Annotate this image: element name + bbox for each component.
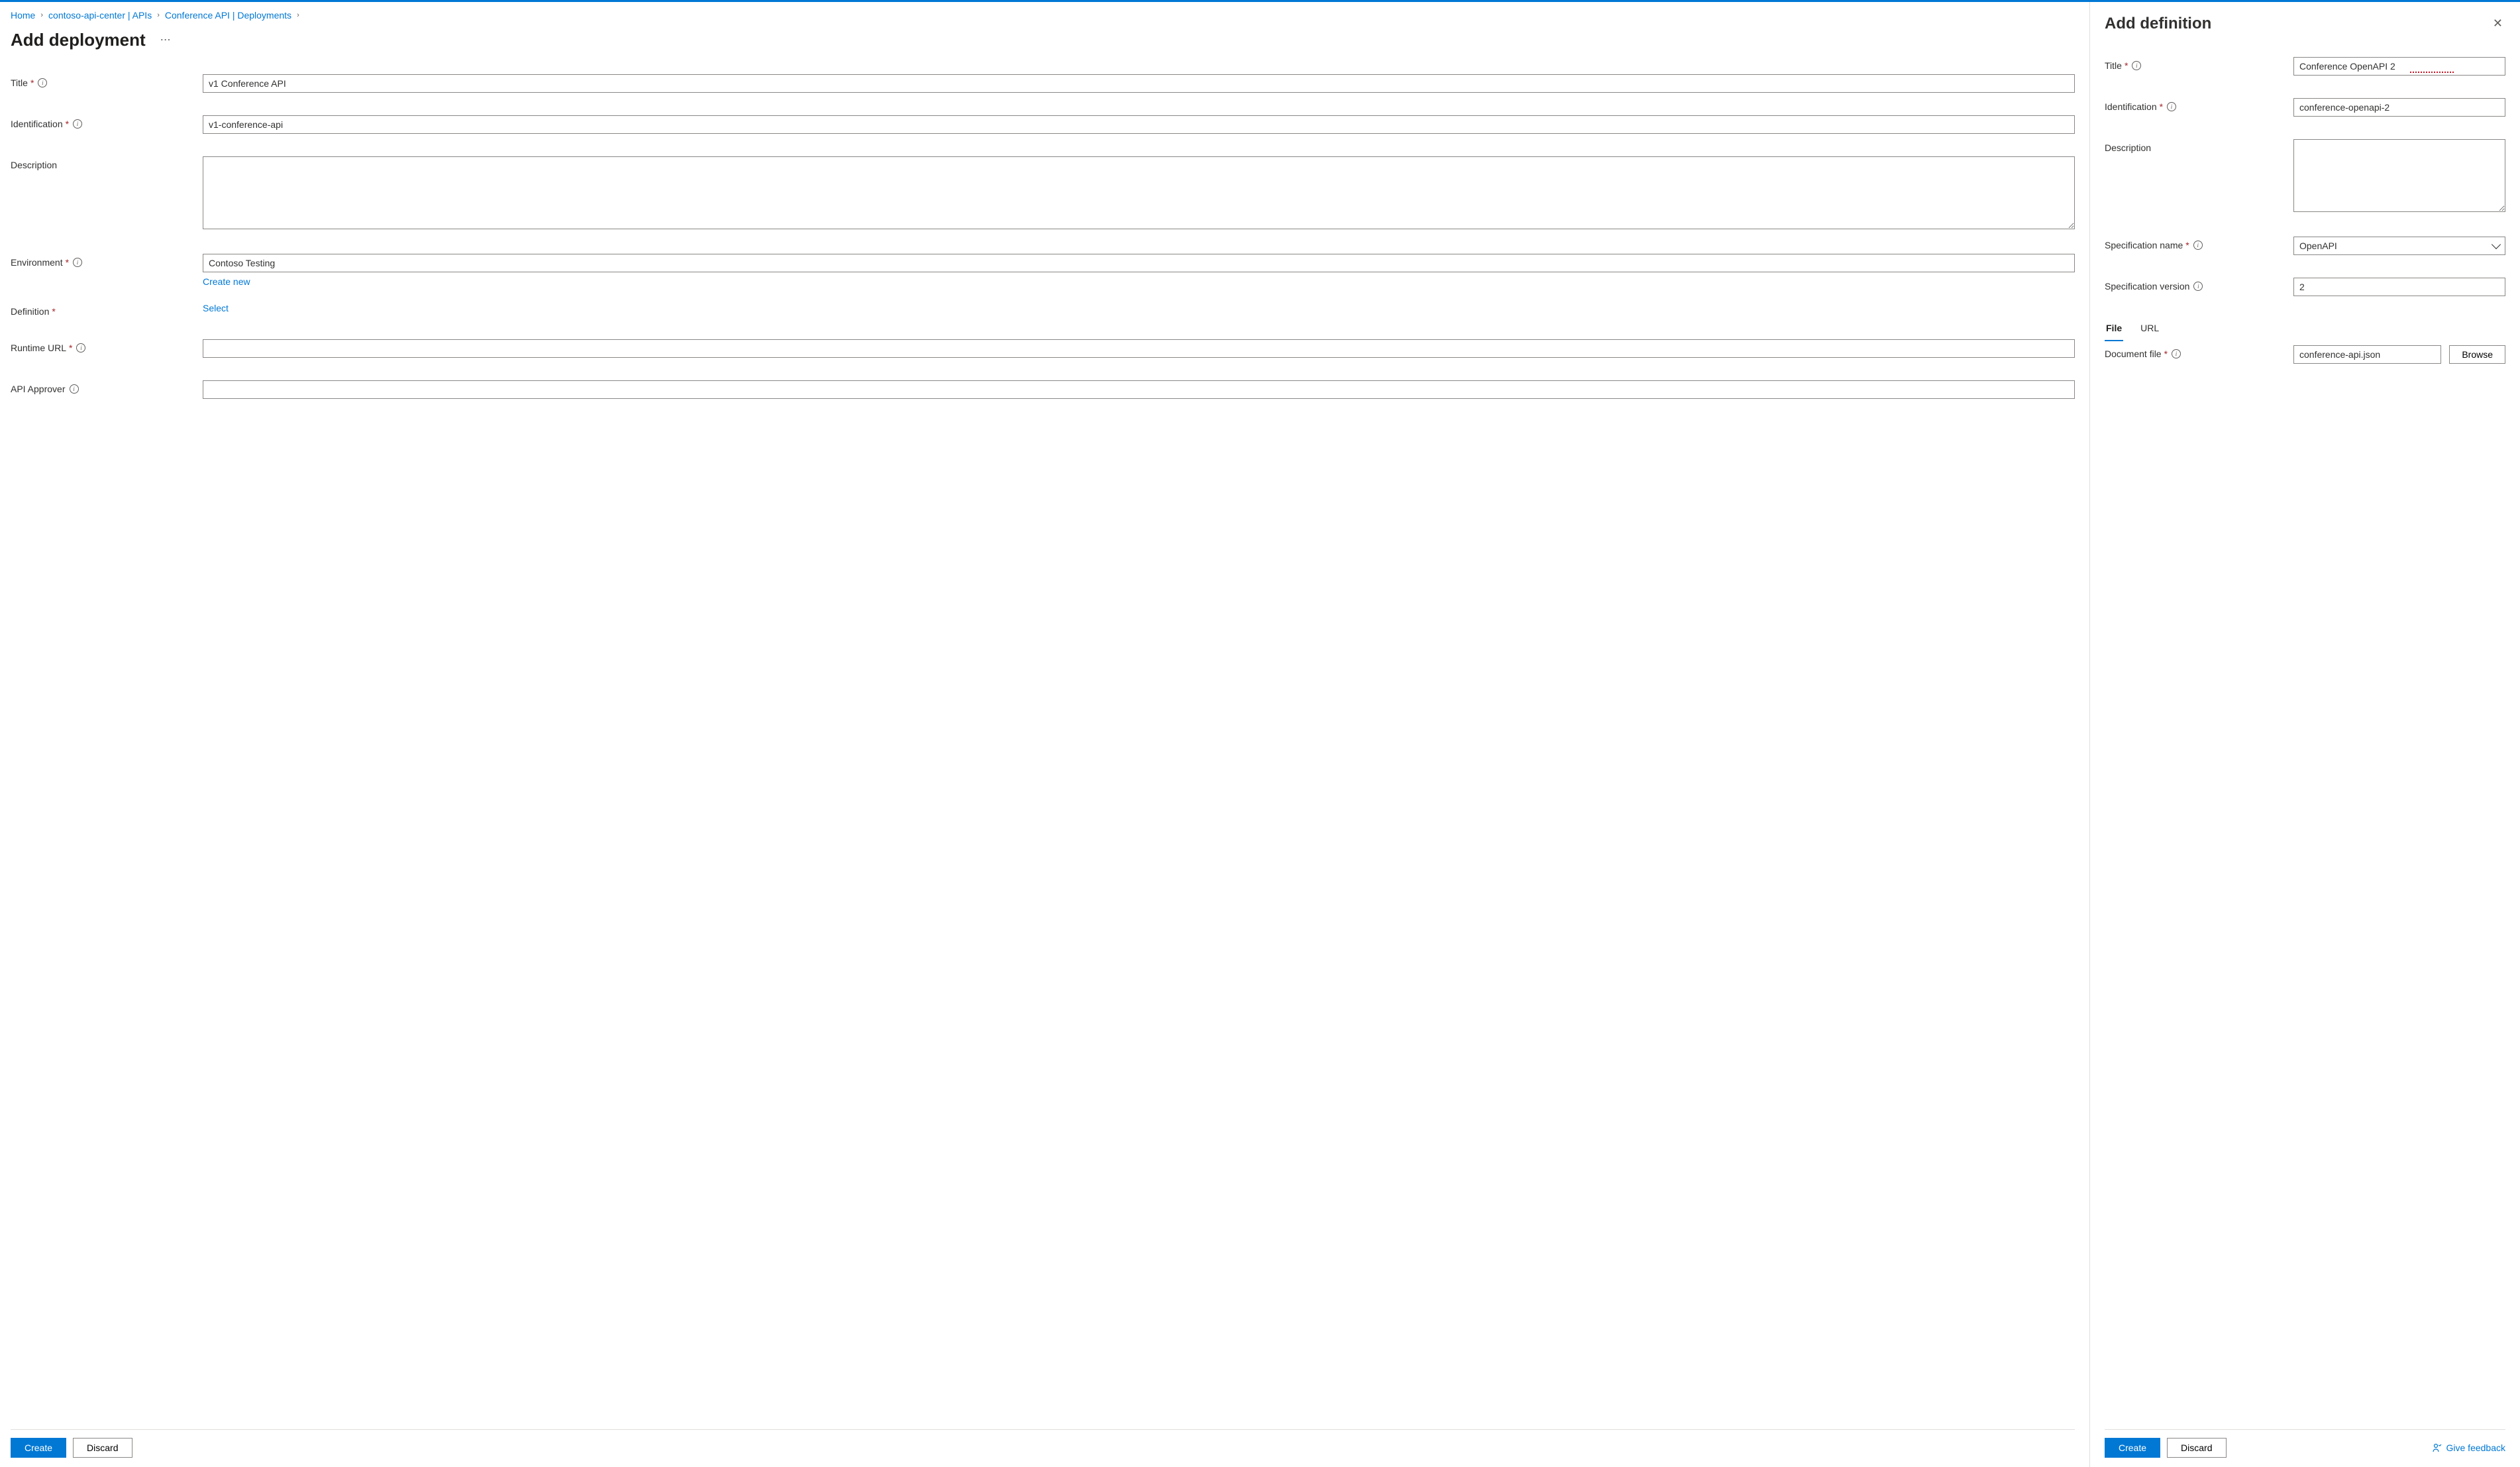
info-icon[interactable]: i (73, 258, 82, 267)
more-actions-button[interactable]: ⋯ (158, 32, 174, 48)
chevron-right-icon: › (297, 11, 299, 19)
panel-title-label: Title * i (2105, 57, 2293, 71)
info-icon[interactable]: i (73, 119, 82, 129)
close-icon[interactable]: ✕ (2490, 14, 2505, 33)
required-asterisk: * (2125, 60, 2128, 71)
spec-version-input[interactable] (2293, 278, 2505, 296)
panel-title-input[interactable] (2293, 57, 2505, 76)
create-new-environment-link[interactable]: Create new (203, 276, 250, 287)
select-definition-link[interactable]: Select (203, 303, 229, 313)
required-asterisk: * (66, 257, 69, 268)
info-icon[interactable]: i (38, 78, 47, 87)
tab-file[interactable]: File (2105, 319, 2123, 341)
info-icon[interactable]: i (70, 384, 79, 394)
identification-input[interactable] (203, 115, 2075, 134)
required-asterisk: * (30, 78, 34, 88)
info-icon[interactable]: i (2132, 61, 2141, 70)
info-icon[interactable]: i (2193, 241, 2203, 250)
runtime-url-input[interactable] (203, 339, 2075, 358)
definition-label: Definition * (11, 303, 203, 317)
required-asterisk: * (66, 119, 69, 129)
runtime-url-label: Runtime URL * i (11, 339, 203, 353)
info-icon[interactable]: i (2193, 282, 2203, 291)
info-icon[interactable]: i (76, 343, 85, 353)
api-approver-input[interactable] (203, 380, 2075, 399)
required-asterisk: * (2164, 349, 2168, 359)
breadcrumb-deployments[interactable]: Conference API | Deployments (165, 10, 291, 21)
page-title: Add deployment (11, 30, 146, 50)
spec-name-select[interactable]: OpenAPI (2293, 237, 2505, 255)
chevron-right-icon: › (157, 11, 160, 19)
document-file-input[interactable] (2293, 345, 2441, 364)
environment-input[interactable] (203, 254, 2075, 272)
breadcrumb-home[interactable]: Home (11, 10, 35, 21)
required-asterisk: * (2160, 101, 2163, 112)
panel-description-textarea[interactable] (2293, 139, 2505, 212)
panel-title: Add definition (2105, 15, 2211, 33)
spec-name-value: OpenAPI (2299, 241, 2337, 251)
title-label: Title * i (11, 74, 203, 88)
panel-identification-label: Identification * i (2105, 98, 2293, 112)
file-source-tabs: File URL (2105, 319, 2505, 341)
panel-create-button[interactable]: Create (2105, 1438, 2160, 1458)
chevron-right-icon: › (40, 11, 43, 19)
required-asterisk: * (69, 343, 72, 353)
feedback-icon (2432, 1442, 2442, 1453)
api-approver-label: API Approver i (11, 380, 203, 394)
required-asterisk: * (2185, 240, 2189, 250)
breadcrumb: Home › contoso-api-center | APIs › Confe… (11, 10, 2075, 21)
title-input[interactable] (203, 74, 2075, 93)
chevron-down-icon (2492, 240, 2501, 249)
required-asterisk: * (52, 306, 55, 317)
create-button[interactable]: Create (11, 1438, 66, 1458)
panel-identification-input[interactable] (2293, 98, 2505, 117)
panel-discard-button[interactable]: Discard (2167, 1438, 2226, 1458)
spec-name-label: Specification name * i (2105, 237, 2293, 250)
info-icon[interactable]: i (2167, 102, 2176, 111)
give-feedback-link[interactable]: Give feedback (2432, 1442, 2506, 1453)
tab-url[interactable]: URL (2139, 319, 2160, 341)
document-file-label: Document file * i (2105, 345, 2293, 359)
environment-label: Environment * i (11, 254, 203, 268)
description-label: Description (11, 156, 203, 170)
discard-button[interactable]: Discard (73, 1438, 132, 1458)
browse-button[interactable]: Browse (2449, 345, 2505, 364)
spec-version-label: Specification version i (2105, 278, 2293, 292)
info-icon[interactable]: i (2172, 349, 2181, 358)
identification-label: Identification * i (11, 115, 203, 129)
description-textarea[interactable] (203, 156, 2075, 229)
breadcrumb-api-center[interactable]: contoso-api-center | APIs (48, 10, 152, 21)
panel-description-label: Description (2105, 139, 2293, 153)
